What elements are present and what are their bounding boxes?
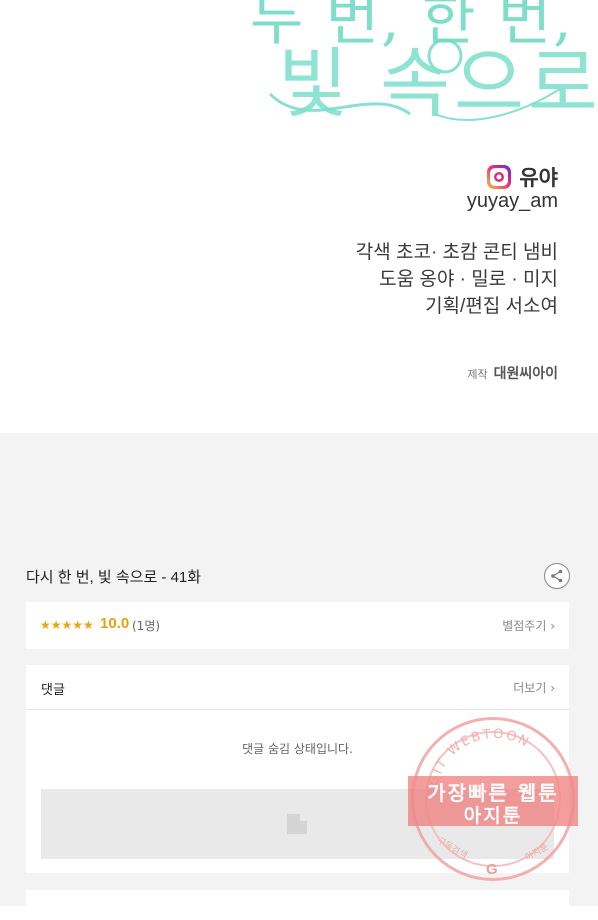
credit-line-assist: 도움 옹야 · 밀로 · 미지: [379, 269, 558, 290]
image-placeholder-icon: [287, 814, 307, 834]
comments-more-button[interactable]: 더보기 ›: [513, 679, 555, 696]
rating-count: (1명): [132, 619, 161, 633]
watermark-stamp: AGIT WEBTOON 가장빠른 웹툰 아지툰 구독검색 아지툰 G: [408, 717, 578, 887]
author-name: 유야: [519, 167, 558, 190]
credit-line-adaptation: 각색 초코· 초캄 콘티 냄비: [355, 242, 558, 263]
title-art: 두 번, 한 번, 빛 속으로: [250, 0, 598, 144]
comments-title: 댓글: [41, 683, 65, 698]
watermark-line2: 아지툰: [463, 805, 523, 827]
title-art-line2: 빛 속으로: [278, 39, 598, 128]
credit-line-editor: 기획/편집 서소여: [425, 296, 558, 317]
rate-button[interactable]: 별점주기 ›: [502, 617, 555, 634]
share-button[interactable]: [544, 563, 570, 589]
credits-panel: 두 번, 한 번, 빛 속으로 유야 yuyay_am 각색 초코· 초캄 콘티…: [0, 0, 598, 433]
author-handle: yuyay_am: [466, 190, 558, 212]
production-label: 제작: [467, 368, 488, 381]
comments-header: 댓글 더보기 ›: [26, 665, 569, 710]
production-credit: 제작 대원씨아이: [467, 363, 558, 383]
production-company: 대원씨아이: [493, 366, 558, 382]
rating-stars: ★★★★★: [40, 618, 94, 632]
episode-bar: 다시 한 번, 빛 속으로 - 41화: [26, 563, 570, 591]
instagram-credit: 유야: [487, 162, 558, 192]
rating-score: 10.0: [100, 615, 130, 632]
next-card: [26, 890, 569, 920]
google-logo-icon: G: [486, 861, 498, 878]
share-icon: [551, 569, 563, 583]
rating-card: ★★★★★ 10.0 (1명) 별점주기 ›: [26, 602, 569, 649]
episode-title: 다시 한 번, 빛 속으로 - 41화: [26, 569, 202, 586]
instagram-icon: [487, 165, 512, 189]
